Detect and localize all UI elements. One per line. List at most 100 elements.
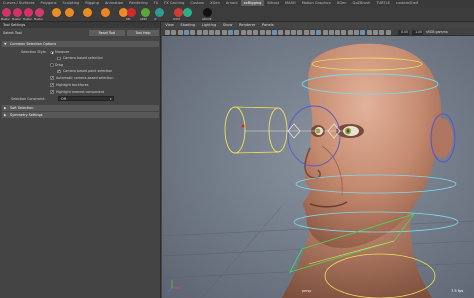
shelf-button-icon[interactable] [101, 8, 110, 17]
viewport-toolbar-icon[interactable] [322, 29, 328, 35]
tool-name: Select Tool [3, 31, 22, 35]
viewport-toolbar-icon[interactable] [183, 29, 189, 35]
tool-header-row: Select Tool Reset Tool Tool Help [0, 29, 161, 37]
shelf-button-icon[interactable] [155, 8, 164, 17]
viewport-toolbar-icon[interactable] [165, 29, 170, 35]
shelf-button-label: SEL [126, 18, 131, 21]
viewport-toolbar-icon[interactable] [272, 29, 278, 35]
tool-help-button[interactable]: Tool Help [127, 30, 159, 36]
viewport-scene[interactable] [162, 36, 474, 298]
viewport-toolbar-icon[interactable] [328, 29, 334, 35]
shelf-button-icon[interactable] [83, 8, 92, 17]
drag-radio[interactable] [50, 63, 54, 67]
viewport-toolbar-icon[interactable] [303, 29, 309, 35]
shelf-button-icon[interactable] [65, 8, 74, 17]
shelf-button-icon[interactable] [127, 8, 136, 17]
shelf-icon-bar: Master Master Master Master SEL ANIM LT SHOT GRO… [0, 6, 474, 22]
viewport-toolbar-icon[interactable] [240, 29, 246, 35]
shelf-button-label: SHOT [173, 18, 181, 21]
viewport-toolbar-icon[interactable] [354, 29, 359, 35]
selection-constraint-dropdown[interactable]: Off ▾ [58, 96, 114, 101]
section-common-selection[interactable]: ▼ Common Selection Options [2, 41, 159, 47]
viewport-toolbar-icon[interactable] [259, 29, 265, 35]
shelf-button-icon[interactable] [2, 8, 11, 17]
shelf-button-icon[interactable] [141, 8, 150, 17]
camera-paint-label: Camera based paint selection [63, 69, 113, 73]
viewport-toolbar-icon[interactable] [278, 29, 284, 35]
viewport-toolbar-icon[interactable] [297, 29, 303, 35]
camera-label: persp [302, 289, 312, 293]
highlight-backfaces-checkbox[interactable] [50, 83, 54, 87]
shelf-button-icon[interactable] [203, 8, 212, 17]
selection-constraint-label: Selection Constraint: [11, 97, 46, 101]
viewport-toolbar-icon[interactable] [360, 29, 366, 35]
section-soft-selection[interactable]: ▶ Soft Selection [2, 105, 159, 111]
reset-tool-button[interactable]: Reset Tool [89, 30, 125, 36]
viewport-toolbar-icon[interactable] [335, 29, 341, 35]
viewport-toolbar-icon[interactable] [253, 29, 259, 35]
marquee-label: Marquee [55, 50, 70, 54]
shelf-button-icon[interactable] [174, 8, 183, 17]
viewport-toolbar-icon[interactable] [190, 29, 196, 35]
viewport-toolbar-icon[interactable] [379, 29, 385, 35]
section-symmetry-settings[interactable]: ▶ Symmetry Settings [2, 112, 159, 118]
viewport-toolbar-icon[interactable] [284, 29, 290, 35]
fps-readout: 7.5 fps [451, 289, 464, 293]
expand-arrow-icon: ▼ [4, 42, 7, 46]
viewport-toolbar-icon[interactable] [291, 29, 296, 35]
shelf-button-label: GROUP [202, 18, 212, 21]
viewport-toolbar-icon[interactable] [366, 29, 372, 35]
highlight-backfaces-label: Highlight backfaces [56, 82, 89, 87]
viewport-toolbar-icon[interactable] [265, 29, 271, 35]
viewport-toolbar-icon[interactable] [202, 29, 208, 35]
shelf-button-label: Master [23, 18, 32, 21]
shelf-button-icon[interactable] [35, 8, 44, 17]
viewport-toolbar-icon[interactable] [209, 29, 215, 35]
viewport-toolbar-icon[interactable] [215, 29, 221, 35]
gamma-field[interactable]: 1.00 [412, 29, 423, 35]
viewport-toolbar-icon[interactable] [196, 29, 202, 35]
selection-constraint-value: Off [61, 97, 66, 101]
viewport-panel[interactable]: View Shading Lighting Show Renderer Panels 0.… [162, 22, 474, 298]
section-symmetry-label: Symmetry Settings [10, 113, 43, 117]
shelf-button-label: Master [34, 18, 43, 21]
collapse-arrow-icon: ▶ [4, 113, 7, 117]
shelf-button-label: ANIM [140, 18, 147, 21]
camera-marquee-label: Camera based selection [63, 56, 103, 60]
marquee-radio[interactable] [50, 50, 54, 54]
viewport-toolbar-icon[interactable] [177, 29, 183, 35]
selected-locator[interactable] [241, 124, 245, 128]
section-soft-label: Soft Selection [10, 106, 34, 110]
shelf-button-icon[interactable] [183, 8, 192, 17]
tool-settings-title: Tool Settings [0, 22, 160, 28]
shelf-button-label: Master [1, 18, 10, 21]
viewport-toolbar-icon[interactable] [171, 29, 177, 35]
camera-marquee-checkbox[interactable] [57, 56, 61, 60]
viewport-toolbar-icon[interactable] [316, 29, 322, 35]
auto-camera-checkbox[interactable] [50, 76, 54, 80]
shelf-button-icon[interactable] [13, 8, 22, 17]
chevron-down-icon: ▾ [109, 97, 112, 101]
tool-settings-panel: Tool Settings Select Tool Reset Tool Too… [0, 22, 161, 298]
viewport-toolbar-icon[interactable] [341, 29, 347, 35]
section-common-label: Common Selection Options [10, 42, 57, 46]
selection-style-label: Selection Style: [21, 50, 47, 54]
shelf-button-icon[interactable] [52, 8, 61, 17]
camera-paint-checkbox[interactable] [57, 69, 61, 73]
drag-label: Drag [55, 62, 64, 67]
exposure-field[interactable]: 0.00 [398, 29, 409, 35]
highlight-nearest-checkbox[interactable] [50, 90, 54, 94]
character-ear [431, 118, 453, 158]
viewport-toolbar-icon[interactable] [228, 29, 233, 35]
viewport-toolbar-icon[interactable] [372, 29, 378, 35]
viewport-toolbar-icon[interactable] [347, 29, 353, 35]
viewport-toolbar-icon[interactable] [234, 29, 240, 35]
shelf-button-label: LT [154, 18, 157, 21]
auto-camera-label: Automatic camera-based selection [56, 75, 114, 80]
shelf-button-icon[interactable] [24, 8, 33, 17]
viewport-toolbar-icon[interactable] [246, 29, 252, 35]
viewport-toolbar-icon[interactable] [309, 29, 315, 35]
color-space-label[interactable]: sRGB gamma [426, 30, 448, 35]
viewport-toolbar-icon[interactable] [221, 29, 227, 35]
viewport-toolbar-icon[interactable] [385, 29, 391, 35]
